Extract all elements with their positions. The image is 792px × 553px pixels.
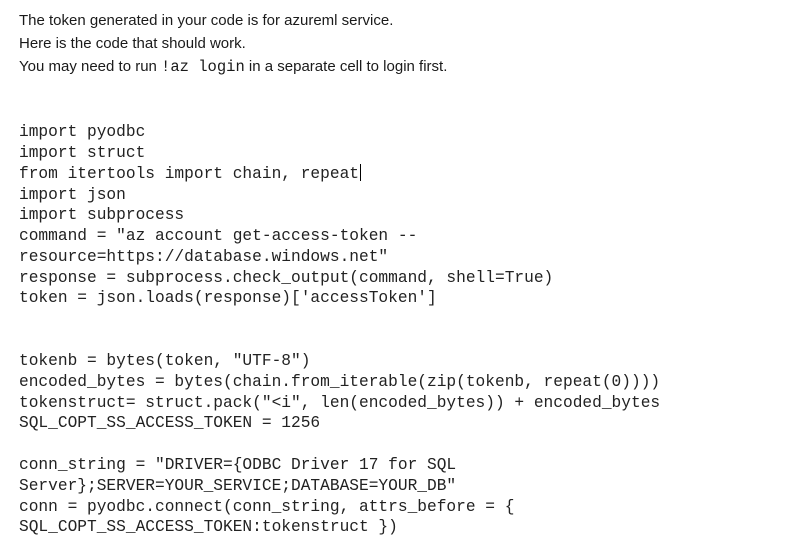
code-line: Server};SERVER=YOUR_SERVICE;DATABASE=YOU…: [19, 477, 457, 495]
code-line: resource=https://database.windows.net": [19, 248, 389, 266]
code-line-text: from itertools import chain, repeat: [19, 165, 359, 183]
code-line: import pyodbc: [19, 123, 146, 141]
document-body: The token generated in your code is for …: [0, 0, 792, 553]
intro-line-2: Here is the code that should work.: [19, 35, 246, 52]
code-line: tokenstruct= struct.pack("<i", len(encod…: [19, 394, 661, 412]
code-line: tokenb = bytes(token, "UTF-8"): [19, 352, 311, 370]
text-cursor: [360, 164, 361, 181]
code-line: SQL_COPT_SS_ACCESS_TOKEN:tokenstruct }): [19, 518, 398, 536]
intro-line-3-after: in a separate cell to login first.: [244, 58, 448, 75]
code-line: token = json.loads(response)['accessToke…: [19, 289, 437, 307]
code-line-with-caret[interactable]: from itertools import chain, repeat: [19, 164, 361, 184]
intro-line-3-before: You may need to run: [19, 58, 162, 75]
code-line: response = subprocess.check_output(comma…: [19, 269, 554, 287]
inline-code-az-login: !az login: [161, 58, 245, 76]
intro-line-1: The token generated in your code is for …: [19, 12, 394, 29]
code-line: encoded_bytes = bytes(chain.from_iterabl…: [19, 373, 661, 391]
code-line: command = "az account get-access-token -…: [19, 227, 418, 245]
code-line: conn = pyodbc.connect(conn_string, attrs…: [19, 498, 515, 516]
code-line: SQL_COPT_SS_ACCESS_TOKEN = 1256: [19, 414, 321, 432]
intro-line-3: You may need to run !az login in a separ…: [19, 58, 447, 76]
code-line: import struct: [19, 144, 146, 162]
code-line: import subprocess: [19, 206, 185, 224]
code-line: import json: [19, 186, 126, 204]
code-line: conn_string = "DRIVER={ODBC Driver 17 fo…: [19, 456, 457, 474]
